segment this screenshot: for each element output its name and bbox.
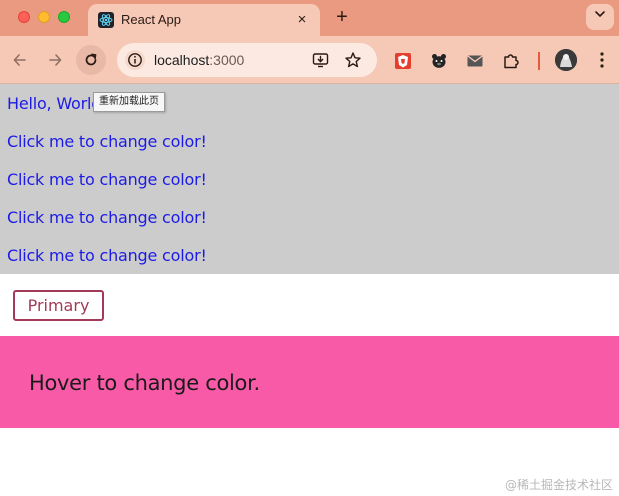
new-tab-button[interactable]: + xyxy=(331,6,353,28)
change-color-text[interactable]: Click me to change color! xyxy=(7,208,207,227)
url-port: :3000 xyxy=(209,52,245,68)
tab-search-button[interactable] xyxy=(586,4,614,30)
install-app-icon[interactable] xyxy=(312,51,330,69)
back-button[interactable] xyxy=(6,46,34,74)
more-menu-icon[interactable] xyxy=(592,49,612,71)
browser-toolbar: localhost:3000 xyxy=(0,36,619,84)
toolbar-divider xyxy=(538,52,540,70)
minimize-window-button[interactable] xyxy=(38,11,50,23)
maximize-window-button[interactable] xyxy=(58,11,70,23)
gray-text-section: Hello, World! Click me to change color! … xyxy=(0,84,619,274)
close-window-button[interactable] xyxy=(18,11,30,23)
site-info-icon[interactable] xyxy=(125,50,145,70)
watermark-text: @稀土掘金技术社区 xyxy=(504,478,613,492)
reload-button[interactable] xyxy=(76,45,106,75)
extensions-puzzle-icon[interactable] xyxy=(501,51,521,71)
bookmark-star-icon[interactable] xyxy=(344,51,362,69)
browser-tab[interactable]: React App × xyxy=(88,4,320,36)
change-color-text[interactable]: Click me to change color! xyxy=(7,132,207,151)
chevron-down-icon xyxy=(595,11,605,17)
arrow-left-icon xyxy=(13,54,26,66)
reload-tooltip: 重新加载此页 xyxy=(93,92,165,112)
forward-button[interactable] xyxy=(41,46,69,74)
tab-title: React App xyxy=(121,12,181,27)
change-color-text[interactable]: Click me to change color! xyxy=(7,170,207,189)
react-logo-icon xyxy=(98,12,114,28)
extension-bear-icon[interactable] xyxy=(429,51,449,71)
url-host: localhost xyxy=(154,52,210,68)
profile-avatar[interactable] xyxy=(555,49,577,71)
address-bar[interactable]: localhost:3000 xyxy=(117,43,377,77)
hover-text: Hover to change color. xyxy=(29,371,260,395)
reload-icon xyxy=(85,53,97,66)
arrow-right-icon xyxy=(49,54,62,66)
change-color-text[interactable]: Click me to change color! xyxy=(7,246,207,265)
hover-box[interactable]: Hover to change color. xyxy=(0,336,619,428)
close-tab-icon[interactable]: × xyxy=(292,10,312,30)
tab-strip: React App × + xyxy=(0,0,619,36)
extension-mail-icon[interactable] xyxy=(465,51,485,71)
extension-react-devtools-icon[interactable] xyxy=(393,51,413,71)
primary-button[interactable]: Primary xyxy=(13,290,104,321)
url-text[interactable]: localhost:3000 xyxy=(154,52,244,68)
